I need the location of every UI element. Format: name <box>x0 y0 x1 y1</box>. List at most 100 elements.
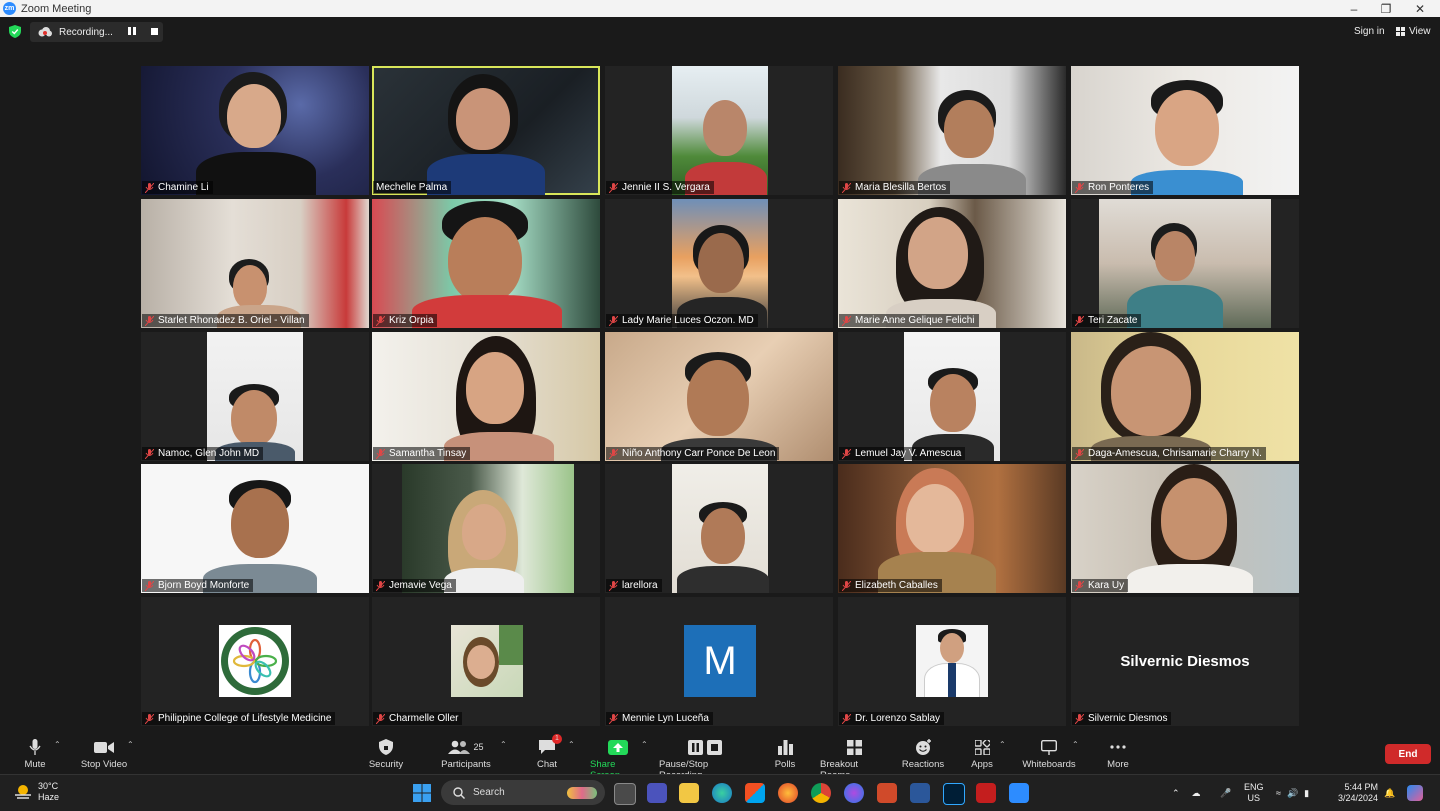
participant-name-tag: Maria Blesilla Bertos <box>839 181 951 194</box>
firefox-icon[interactable] <box>778 783 798 803</box>
video-tile-profile[interactable]: Dr. Lorenzo Sablay <box>838 597 1066 726</box>
video-tile[interactable]: Kriz Orpia <box>372 199 600 328</box>
mic-muted-icon <box>1075 713 1084 724</box>
chrome-icon[interactable] <box>811 783 831 803</box>
sign-in-link[interactable]: Sign in <box>1354 26 1385 37</box>
stop-video-button[interactable]: Stop Video <box>79 738 129 770</box>
video-tile[interactable]: Jennie II S. Vergara <box>605 66 833 195</box>
photoshop-icon[interactable] <box>943 783 965 805</box>
task-view-icon[interactable] <box>614 783 636 805</box>
participants-button[interactable]: 25 Participants <box>440 738 492 770</box>
video-tile[interactable]: Namoc, Glen John MD <box>141 332 369 461</box>
chat-button[interactable]: 1 Chat <box>533 734 562 770</box>
video-tile[interactable]: Chamine Li <box>141 66 369 195</box>
windows-start-icon[interactable] <box>412 783 432 803</box>
taskbar-search-box[interactable]: Search <box>441 780 605 805</box>
video-tile[interactable]: Ron Ponteres <box>1071 66 1299 195</box>
mic-muted-icon <box>842 713 851 724</box>
zoom-logo-icon: zm <box>3 2 16 15</box>
show-hidden-icons-icon[interactable]: ⌃ <box>1172 788 1180 799</box>
encryption-shield-icon[interactable] <box>9 25 21 38</box>
copilot-icon[interactable] <box>1407 775 1423 811</box>
video-tile[interactable]: Elizabeth Caballes <box>838 464 1066 593</box>
apps-button[interactable]: Apps <box>970 738 994 770</box>
participant-name: Marie Anne Gelique Felichi <box>855 315 975 326</box>
word-icon[interactable] <box>910 783 930 803</box>
weather-widget[interactable]: 30°C Haze <box>14 781 59 803</box>
video-tile[interactable]: Starlet Rhonadez B. Oriel - Villan <box>141 199 369 328</box>
apps-options-caret-icon[interactable]: ⌃ <box>999 740 1006 749</box>
video-tile[interactable]: Maria Blesilla Bertos <box>838 66 1066 195</box>
share-options-caret-icon[interactable]: ⌃ <box>641 740 648 749</box>
security-app-icon[interactable] <box>976 783 996 803</box>
participant-name-tag: Teri Zacate <box>1072 314 1142 327</box>
participants-icon <box>448 740 471 754</box>
participants-options-caret-icon[interactable]: ⌃ <box>500 740 507 749</box>
notification-bell-icon[interactable]: 🔔 <box>1384 775 1395 811</box>
language-indicator[interactable]: ENG US <box>1244 775 1264 811</box>
video-tile-profile[interactable]: Silvernic Diesmos Silvernic Diesmos <box>1071 597 1299 726</box>
video-tile[interactable]: Daga-Amescua, Chrisamarie Charry N. <box>1071 332 1299 461</box>
chat-options-caret-icon[interactable]: ⌃ <box>568 740 575 749</box>
onedrive-cloud-icon[interactable]: ☁ <box>1192 788 1201 799</box>
polls-button[interactable]: Polls <box>773 738 797 770</box>
participant-name-tag: Jemavie Vega <box>373 579 456 592</box>
participant-name: Namoc, Glen John MD <box>158 448 260 459</box>
video-options-caret-icon[interactable]: ⌃ <box>127 740 134 749</box>
video-tile[interactable]: Niño Anthony Carr Ponce De Leon <box>605 332 833 461</box>
network-volume-battery[interactable]: ≈ 🔊 ▮ <box>1276 775 1309 811</box>
microphone-tray-icon[interactable]: 🎤 <box>1220 775 1231 811</box>
video-tile[interactable]: Jemavie Vega <box>372 464 600 593</box>
edge-browser-icon[interactable] <box>712 783 732 803</box>
video-tile[interactable]: Samantha Tinsay <box>372 332 600 461</box>
video-tile-profile[interactable]: Charmelle Oller <box>372 597 600 726</box>
messenger-icon[interactable] <box>844 783 864 803</box>
view-button[interactable]: View <box>1396 26 1431 37</box>
clock[interactable]: 5:44 PM 3/24/2024 <box>1338 775 1378 811</box>
mute-button[interactable]: Mute <box>22 738 48 770</box>
video-tile-profile[interactable]: Philippine College of Lifestyle Medicine <box>141 597 369 726</box>
weather-condition: Haze <box>38 792 60 802</box>
video-tile[interactable]: Lemuel Jay V. Amescua <box>838 332 1066 461</box>
end-meeting-button[interactable]: End <box>1385 744 1431 764</box>
video-tile[interactable]: Lady Marie Luces Oczon. MD <box>605 199 833 328</box>
restore-icon[interactable]: ❐ <box>1369 0 1403 17</box>
file-explorer-icon[interactable] <box>679 783 699 803</box>
mic-muted-icon <box>376 713 385 724</box>
participant-name-tag: Daga-Amescua, Chrisamarie Charry N. <box>1072 447 1266 460</box>
participant-name: Chamine Li <box>158 182 209 193</box>
whiteboards-options-caret-icon[interactable]: ⌃ <box>1072 740 1079 749</box>
wifi-icon: ≈ <box>1276 788 1281 798</box>
powerpoint-icon[interactable] <box>877 783 897 803</box>
minimize-icon[interactable]: – <box>1337 0 1371 17</box>
participant-display-name: Silvernic Diesmos <box>1120 653 1250 670</box>
reactions-button[interactable]: Reactions <box>902 738 944 770</box>
stop-recording-button[interactable] <box>151 28 158 35</box>
teams-icon[interactable] <box>647 783 667 803</box>
security-button[interactable]: Security <box>368 738 404 770</box>
more-button[interactable]: More <box>1106 738 1130 770</box>
participant-name-tag: Lady Marie Luces Oczon. MD <box>606 314 758 327</box>
mute-options-caret-icon[interactable]: ⌃ <box>54 740 61 749</box>
microsoft-store-icon[interactable] <box>745 783 765 803</box>
video-tile[interactable]: Kara Uy <box>1071 464 1299 593</box>
mic-muted-icon <box>376 448 385 459</box>
chat-unread-badge: 1 <box>552 734 562 744</box>
video-tile-profile[interactable]: M Mennie Lyn Luceña <box>605 597 833 726</box>
video-tile[interactable]: larellora <box>605 464 833 593</box>
pause-icon <box>688 739 703 755</box>
close-icon[interactable]: ✕ <box>1403 0 1437 17</box>
video-tile-active-speaker[interactable]: Mechelle Palma <box>372 66 600 195</box>
participant-name: Dr. Lorenzo Sablay <box>855 713 941 724</box>
zoom-taskbar-icon[interactable] <box>1009 783 1029 803</box>
whiteboards-button[interactable]: Whiteboards <box>1022 738 1076 770</box>
participant-name-tag: Marie Anne Gelique Felichi <box>839 314 979 327</box>
pause-recording-button[interactable] <box>128 27 138 37</box>
video-tile[interactable]: Marie Anne Gelique Felichi <box>838 199 1066 328</box>
volume-icon: 🔊 <box>1286 787 1299 798</box>
participant-name-tag: Ron Ponteres <box>1072 181 1154 194</box>
video-tile[interactable]: Bjorn Boyd Monforte <box>141 464 369 593</box>
view-label: View <box>1409 26 1431 37</box>
video-tile[interactable]: Teri Zacate <box>1071 199 1299 328</box>
meeting-top-bar: Recording... Sign in View <box>0 17 1440 47</box>
